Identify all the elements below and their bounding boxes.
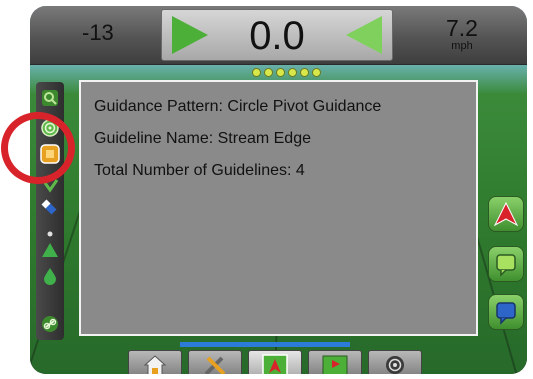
lightbar-leds (252, 68, 322, 78)
tab-home[interactable] (128, 350, 182, 374)
bottom-tab-bar (128, 348, 428, 374)
lightbar-led (264, 68, 273, 77)
lightbar-led (252, 68, 261, 77)
mark-b-button[interactable] (488, 294, 524, 330)
device-screen: -13 0.0 7.2 mph Guidance Pattern: Circle… (30, 6, 527, 374)
highlight-circle (1, 112, 75, 184)
guidance-pattern-text: Guidance Pattern: Circle Pivot Guidance (94, 98, 382, 115)
speed-unit: mph (451, 40, 473, 52)
tab-target[interactable] (368, 350, 422, 374)
guideline-count-text: Total Number of Guidelines: 4 (94, 162, 305, 179)
arrow-up-icon[interactable] (40, 240, 60, 260)
drop-icon[interactable] (40, 266, 60, 286)
tools-icon (204, 356, 226, 374)
guidance-mode-icon (493, 201, 519, 227)
guidance-icon (262, 354, 288, 374)
mark-a-button[interactable] (488, 246, 524, 282)
lightbar-led (312, 68, 321, 77)
steer-left-arrow-icon (346, 16, 382, 54)
mark-a-icon (496, 254, 516, 277)
tab-tools[interactable] (188, 350, 242, 374)
magnet-icon[interactable] (40, 198, 60, 218)
lightbar-led (288, 68, 297, 77)
target-icon (386, 356, 404, 374)
cross-track-error: -13 (82, 20, 114, 45)
guideline-info-panel: Guidance Pattern: Circle Pivot Guidance … (79, 80, 478, 336)
speed-value: 7.2 (446, 15, 478, 41)
mark-b-icon (496, 302, 516, 325)
guidance-indicator: 0.0 (161, 9, 393, 61)
guidance-mode-button[interactable] (488, 196, 524, 232)
speed-readout: 7.2 mph (431, 16, 493, 52)
zoom-icon[interactable] (40, 88, 60, 108)
guideline-name-text: Guideline Name: Stream Edge (94, 130, 311, 147)
lightbar-led (276, 68, 285, 77)
lightbar-led (300, 68, 309, 77)
map-icon (322, 355, 348, 374)
status-bar: -13 0.0 7.2 mph (30, 6, 527, 65)
link-icon[interactable] (40, 314, 60, 334)
coverage-strip (180, 342, 350, 347)
tab-map[interactable] (308, 350, 362, 374)
home-icon (143, 355, 167, 374)
tab-guidance[interactable] (248, 350, 302, 374)
